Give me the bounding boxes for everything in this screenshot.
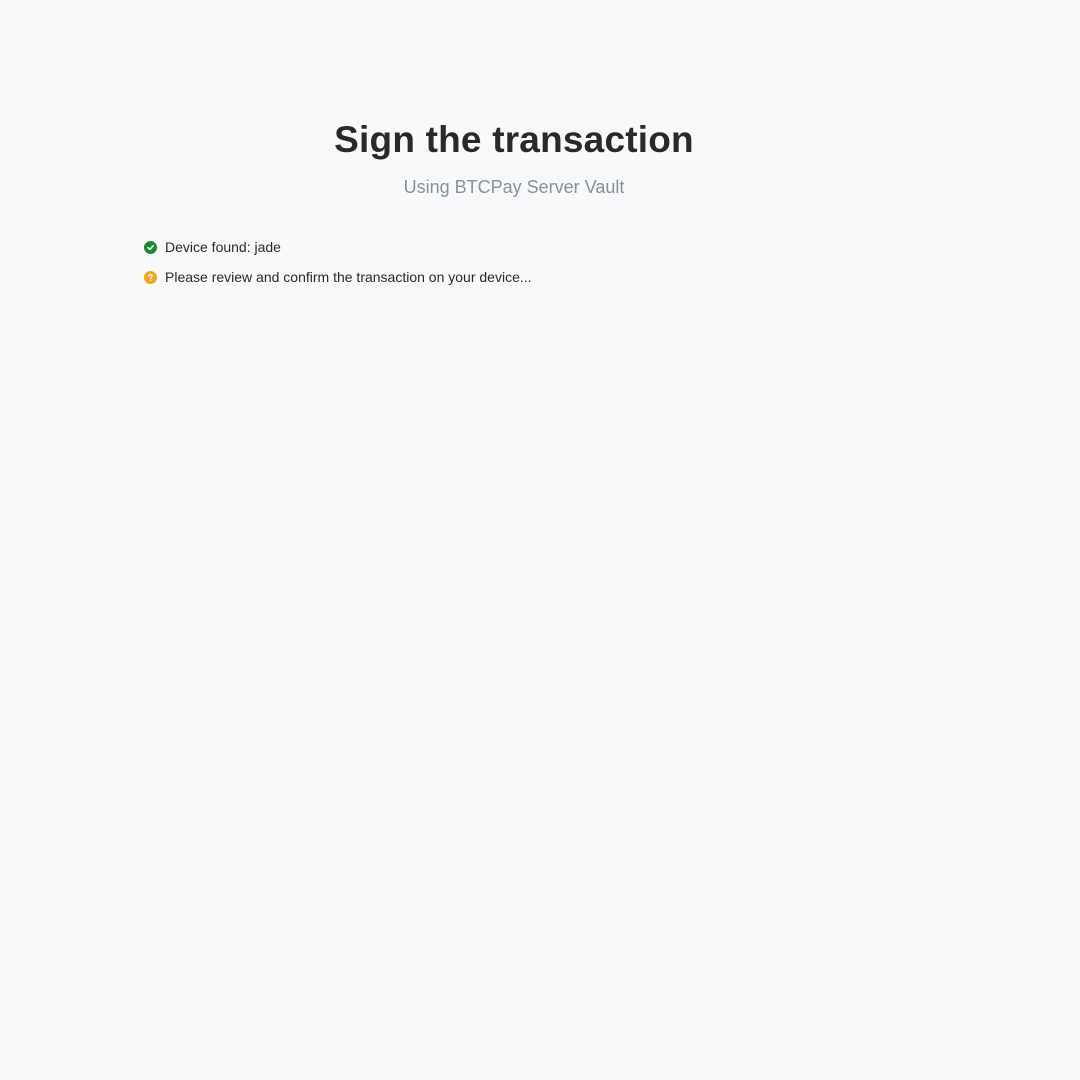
page-subtitle: Using BTCPay Server Vault (403, 177, 625, 197)
status-list: Device found: jade Please review and con… (144, 236, 532, 296)
page: Sign the transaction Using BTCPay Server… (0, 0, 1080, 1080)
check-circle-icon (144, 240, 157, 254)
status-text-device-found: Device found: jade (165, 239, 281, 255)
page-title: Sign the transaction (334, 119, 694, 160)
status-item-confirm-on-device: Please review and confirm the transactio… (144, 266, 532, 288)
status-text-confirm-on-device: Please review and confirm the transactio… (165, 269, 532, 285)
header: Sign the transaction Using BTCPay Server… (0, 116, 1028, 200)
question-circle-icon (144, 270, 157, 284)
status-item-device-found: Device found: jade (144, 236, 532, 258)
